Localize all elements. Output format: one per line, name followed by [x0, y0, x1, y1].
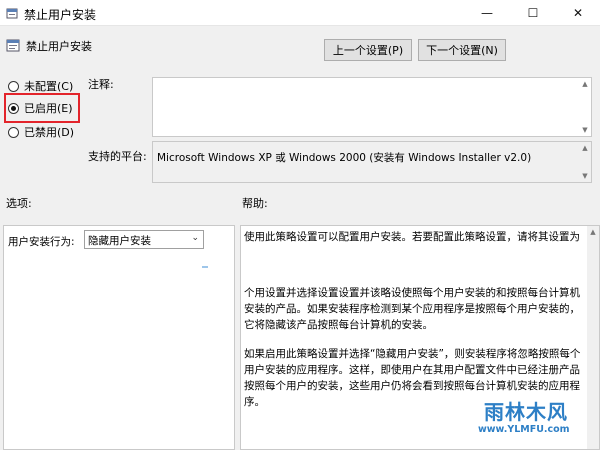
- scroll-up-icon[interactable]: ▲: [581, 80, 589, 88]
- close-icon: ✕: [572, 6, 584, 20]
- install-behavior-value: 隐藏用户安装: [88, 235, 151, 247]
- policy-setting-icon: [6, 39, 20, 52]
- next-setting-button[interactable]: 下一个设置(N): [418, 39, 506, 61]
- title-bar[interactable]: 禁止用户安装 — ☐ ✕: [0, 0, 600, 26]
- radio-disabled-label: 已禁用(D): [24, 126, 75, 139]
- install-behavior-select[interactable]: 隐藏用户安装 ⌄: [84, 230, 204, 249]
- radio-disabled[interactable]: 已禁用(D): [8, 124, 74, 140]
- options-section-label: 选项:: [6, 197, 32, 210]
- maximize-icon: ☐: [527, 6, 539, 20]
- platform-label: 支持的平台:: [88, 150, 147, 163]
- watermark: 雨林木风 www.YLMFU.com: [462, 392, 600, 450]
- options-panel: [3, 225, 235, 450]
- chevron-down-icon: ⌄: [191, 233, 199, 243]
- policy-name: 禁止用户安装: [26, 40, 92, 53]
- scroll-down-icon[interactable]: ▼: [581, 126, 589, 134]
- platform-readonly-box: Microsoft Windows XP 或 Windows 2000 (安装有…: [152, 141, 592, 183]
- help-paragraph-2: 个用设置并选择设置设置并该略设使照每个用户安装的和按照每台计算机安装的产品。如果…: [244, 287, 580, 331]
- platform-value: Microsoft Windows XP 或 Windows 2000 (安装有…: [157, 152, 532, 164]
- comment-textarea[interactable]: ▲ ▼: [152, 77, 592, 137]
- close-button[interactable]: ✕: [556, 0, 600, 26]
- scroll-up-icon[interactable]: ▲: [589, 228, 597, 236]
- scroll-down-icon[interactable]: ▼: [581, 172, 589, 180]
- watermark-url: www.YLMFU.com: [478, 424, 570, 435]
- enabled-highlight-box: [4, 93, 80, 123]
- cursor-mark: [202, 266, 208, 268]
- watermark-text: 雨林木风: [484, 400, 568, 424]
- radio-disabled-circle[interactable]: [8, 126, 19, 138]
- radio-not-configured[interactable]: 未配置(C): [8, 78, 73, 94]
- policy-window-icon: [6, 8, 18, 19]
- minimize-icon: —: [481, 6, 493, 20]
- radio-not-configured-label: 未配置(C): [24, 80, 74, 93]
- help-paragraph-1: 使用此策略设置可以配置用户安装。若要配置此策略设置，请将其设置为: [244, 231, 580, 243]
- previous-setting-button[interactable]: 上一个设置(P): [324, 39, 412, 61]
- maximize-button[interactable]: ☐: [510, 0, 556, 26]
- install-behavior-label: 用户安装行为:: [8, 236, 75, 248]
- help-section-label: 帮助:: [242, 197, 268, 210]
- minimize-button[interactable]: —: [464, 0, 510, 26]
- window-title: 禁止用户安装: [24, 8, 97, 22]
- scroll-up-icon[interactable]: ▲: [581, 144, 589, 152]
- radio-not-configured-circle[interactable]: [8, 80, 19, 92]
- comment-label: 注释:: [88, 78, 114, 91]
